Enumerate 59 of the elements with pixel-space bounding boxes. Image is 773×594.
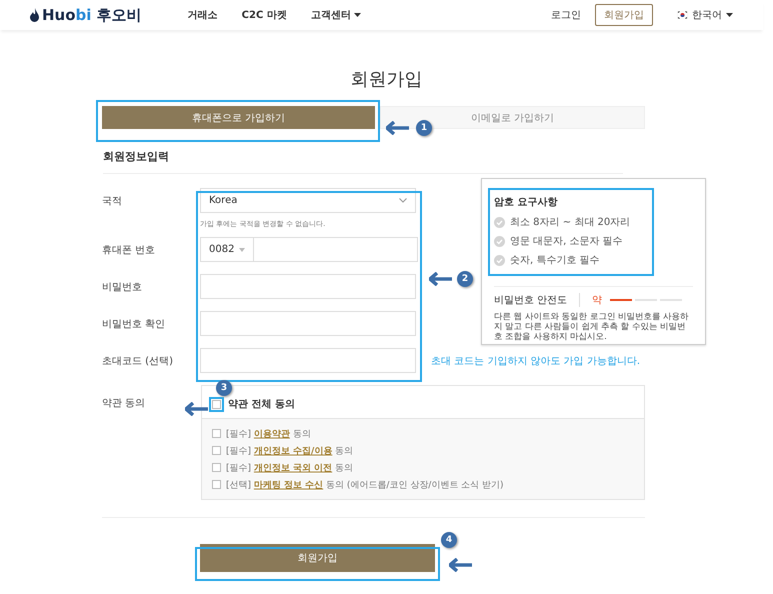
requirement-text: 영문 대문자, 소문자 필수 — [510, 235, 623, 248]
input-field[interactable] — [200, 311, 416, 336]
arrow-icon — [386, 121, 410, 135]
terms-item-text: [선택] 마케팅 정보 수신 동의 (에어드롭/코인 상장/이벤트 소식 받기) — [226, 479, 504, 491]
signup-button[interactable]: 회원가입 — [595, 4, 653, 26]
arrow-icon — [429, 272, 453, 286]
chevron-icon — [399, 198, 407, 203]
terms-item-text: [필수] 개인정보 국외 이전 동의 — [226, 462, 354, 474]
checkbox[interactable] — [212, 480, 221, 489]
terms-link[interactable]: 마케팅 정보 수신 — [254, 480, 324, 490]
terms-link[interactable]: 개인정보 수집/이용 — [254, 446, 332, 456]
language-select[interactable]: 한국어 — [677, 8, 733, 22]
login-link[interactable]: 로그인 — [551, 8, 581, 22]
terms-item-text: [필수] 개인정보 수집/이용 동의 — [226, 445, 354, 457]
checkbox[interactable] — [212, 463, 221, 472]
flame-icon — [30, 8, 39, 22]
caret-icon — [239, 248, 245, 252]
requirement-text: 숫자, 특수기호 필수 — [510, 254, 600, 267]
strength-label: 비밀번호 안전도 — [494, 294, 568, 307]
caret-icon — [726, 13, 733, 17]
panel-title: 암호 요구사항 — [494, 196, 558, 209]
terms-link[interactable]: 개인정보 국외 이전 — [254, 463, 332, 473]
terms-link[interactable]: 이용약관 — [254, 429, 290, 439]
invite-hint: 초대 코드는 기입하지 않아도 가입 가능합니다. — [431, 354, 640, 368]
arrow-icon — [185, 402, 209, 416]
input-field[interactable] — [200, 348, 416, 373]
password-notice: 다른 웹 사이트와 동일한 로그인 비밀번호를 사용하지 말고 다른 사람들이 쉽게 추측 할 수있는 비밀번호 조합을 사용하지 마십시오. — [494, 312, 690, 343]
step-badge: 4 — [441, 532, 457, 548]
nav-link[interactable]: 고객센터 — [310, 8, 361, 22]
section-title: 회원정보입력 — [103, 149, 623, 174]
field-label: 약관 동의 — [102, 397, 146, 410]
input-field[interactable] — [200, 274, 416, 299]
step-badge: 2 — [457, 271, 473, 287]
checkbox[interactable] — [212, 429, 221, 438]
checkbox[interactable] — [212, 446, 221, 455]
page-title: 회원가입 — [350, 69, 424, 91]
phone-input[interactable] — [254, 237, 418, 262]
agree-all-label: 약관 전체 동의 — [228, 398, 295, 411]
field-label: 휴대폰 번호 — [102, 244, 156, 256]
step-badge: 1 — [416, 120, 432, 136]
field-label: 초대코드 (선택) — [102, 354, 174, 368]
flag-icon — [677, 11, 688, 19]
logo[interactable]: Huobi 후오비 — [30, 6, 142, 24]
checkbox[interactable] — [212, 400, 221, 408]
country-select[interactable]: Korea — [200, 188, 416, 213]
strength-reading: 약 — [579, 293, 602, 307]
requirement-text: 최소 8자리 ~ 최대 20자리 — [510, 216, 630, 229]
arrow-icon — [449, 558, 473, 572]
field-label: 비밀번호 — [102, 280, 143, 294]
field-label: 비밀번호 확인 — [102, 318, 166, 330]
nav-link[interactable]: 거래소 — [188, 8, 218, 22]
tab[interactable]: 휴대폰으로 가입하기 — [102, 106, 375, 129]
terms-item-text: [필수] 이용약관 동의 — [226, 428, 311, 440]
country-code-select[interactable]: 0082 — [200, 237, 254, 262]
caret-icon — [354, 13, 361, 17]
nav-link[interactable]: C2C 마켓 — [242, 8, 287, 22]
field-label: 국적 — [102, 194, 123, 208]
step-badge: 3 — [216, 380, 232, 396]
submit-button[interactable]: 회원가입 — [200, 544, 435, 572]
